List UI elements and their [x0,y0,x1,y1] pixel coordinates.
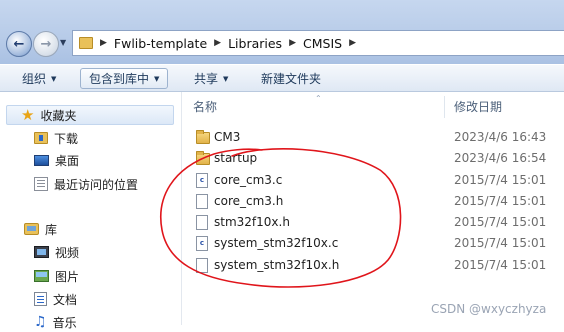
chevron-right-icon[interactable]: ▶ [100,38,107,48]
folder-icon [79,37,93,49]
column-header-label: 名称 [193,99,218,114]
recent-pages-dropdown[interactable]: ▼ [60,38,66,47]
include-library-label: 包含到库中 [89,72,150,86]
file-date: 2015/7/4 15:01 [454,194,547,208]
h-file-icon [196,194,208,209]
sidebar-item-label: 库 [45,222,58,237]
recent-places-icon [34,177,48,191]
file-list: ⌃ 名称 修改日期 CM3 2023/4/6 16:43 startup 202… [182,92,564,325]
file-row[interactable]: c core_cm3.c 2015/7/4 15:01 [182,170,564,191]
command-bar: 组织 ▼ 包含到库中 ▼ 共享 ▼ 新建文件夹 [0,64,564,92]
sidebar-item-label: 最近访问的位置 [54,177,139,192]
include-in-library-button[interactable]: 包含到库中 ▼ [80,68,169,89]
documents-library-icon [34,292,47,306]
sidebar-item-music[interactable]: ♫ 音乐 [34,312,77,332]
sidebar-item-favorites[interactable]: ★ 收藏夹 [6,105,174,125]
column-header-modified[interactable]: 修改日期 [454,92,502,120]
sidebar-item-downloads[interactable]: 下载 [34,128,78,148]
file-date: 2015/7/4 15:01 [454,236,547,250]
sidebar-item-pictures[interactable]: 图片 [34,266,79,286]
folder-icon [196,130,210,144]
video-library-icon [34,246,49,258]
organize-button[interactable]: 组织 ▼ [14,68,64,89]
file-row[interactable]: core_cm3.h 2015/7/4 15:01 [182,191,564,212]
music-library-icon: ♫ [34,314,47,330]
forward-arrow-icon: → [40,36,52,52]
sidebar-item-videos[interactable]: 视频 [34,242,79,262]
chevron-right-icon[interactable]: ▶ [214,38,221,48]
file-name: core_cm3.h [214,194,284,208]
title-bar: ← → ▼ ▶ Fwlib-template ▶ Libraries ▶ CMS… [0,0,564,64]
file-name: system_stm32f10x.c [214,236,339,250]
sidebar-item-recent[interactable]: 最近访问的位置 [34,174,138,194]
sidebar-item-desktop[interactable]: 桌面 [34,150,79,170]
navigation-pane: ★ 收藏夹 下载 桌面 最近访问的位置 库 视频 图片 文档 ♫ 音乐 [0,92,182,330]
back-button[interactable]: ← [6,31,32,57]
new-folder-label: 新建文件夹 [261,72,322,86]
watermark: CSDN @wxyczhyza [431,302,547,316]
address-bar[interactable]: ▶ Fwlib-template ▶ Libraries ▶ CMSIS ▶ [72,30,564,56]
share-label: 共享 [194,72,219,86]
breadcrumb-cmsis[interactable]: CMSIS [303,36,342,51]
file-row[interactable]: startup 2023/4/6 16:54 [182,148,564,169]
file-date: 2023/4/6 16:54 [454,151,547,165]
share-button[interactable]: 共享 ▼ [186,68,236,89]
sort-arrow-icon: ⌃ [315,94,322,103]
file-row[interactable]: CM3 2023/4/6 16:43 [182,127,564,148]
sidebar-item-label: 下载 [54,131,79,146]
sidebar-item-label: 图片 [55,269,80,284]
column-header-name[interactable]: 名称 [193,92,217,120]
chevron-right-icon[interactable]: ▶ [289,38,296,48]
c-file-icon: c [196,173,208,188]
sidebar-item-label: 文档 [53,292,78,307]
file-date: 2015/7/4 15:01 [454,258,547,272]
file-name: stm32f10x.h [214,215,290,229]
sidebar-item-label: 桌面 [55,153,80,168]
sidebar-item-documents[interactable]: 文档 [34,289,77,309]
sidebar-item-label: 音乐 [52,315,77,330]
file-name: startup [214,151,258,165]
file-name: core_cm3.c [214,173,283,187]
c-file-icon: c [196,236,208,251]
organize-label: 组织 [22,72,47,86]
breadcrumb-fwlib-template[interactable]: Fwlib-template [114,36,207,51]
library-icon [24,223,39,235]
sidebar-item-label: 视频 [55,245,80,260]
file-date: 2023/4/6 16:43 [454,130,547,144]
h-file-icon [196,258,208,273]
new-folder-button[interactable]: 新建文件夹 [253,68,329,89]
chevron-right-icon[interactable]: ▶ [349,38,356,48]
chevron-down-icon: ▼ [154,74,160,83]
star-icon: ★ [21,105,35,124]
sidebar-item-libraries[interactable]: 库 [24,219,57,239]
file-row[interactable]: system_stm32f10x.h 2015/7/4 15:01 [182,255,564,276]
file-name: CM3 [214,130,241,144]
column-divider[interactable] [444,96,445,118]
chevron-down-icon: ▼ [51,74,57,83]
file-date: 2015/7/4 15:01 [454,215,547,229]
file-row[interactable]: c system_stm32f10x.c 2015/7/4 15:01 [182,233,564,254]
chevron-down-icon: ▼ [223,74,229,83]
pictures-library-icon [34,270,49,282]
file-name: system_stm32f10x.h [214,258,340,272]
forward-button[interactable]: → [33,31,59,57]
back-arrow-icon: ← [13,36,25,52]
file-row[interactable]: stm32f10x.h 2015/7/4 15:01 [182,212,564,233]
breadcrumb-libraries[interactable]: Libraries [228,36,282,51]
h-file-icon [196,215,208,230]
folder-icon [196,151,210,165]
desktop-icon [34,154,49,166]
downloads-folder-icon [34,132,48,144]
file-date: 2015/7/4 15:01 [454,173,547,187]
column-header-label: 修改日期 [454,99,503,114]
sidebar-item-label: 收藏夹 [40,108,77,123]
